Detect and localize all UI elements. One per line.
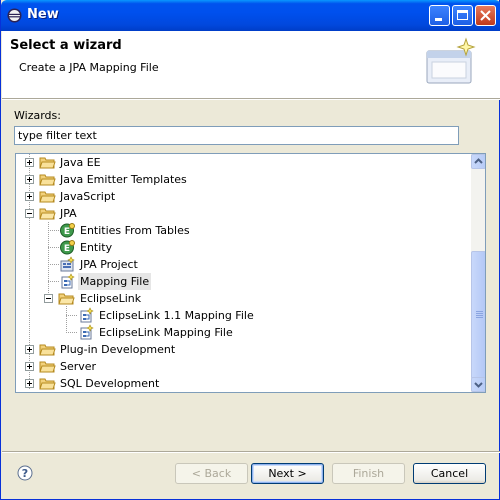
tree-item-label: EclipseLink Mapping File [99, 326, 233, 339]
maximize-button[interactable] [452, 5, 473, 26]
new-wizard-dialog: New Select a wizard Create a JPA Mapping… [0, 0, 500, 500]
folder-icon [39, 344, 56, 356]
minimize-icon [435, 18, 442, 21]
tree-item-label: EclipseLink [80, 292, 142, 305]
tree-item-label: Entities From Tables [80, 224, 190, 237]
maximize-icon [457, 10, 468, 20]
tree-line [66, 315, 78, 316]
jpa-project-icon [60, 256, 75, 272]
minimize-button[interactable] [429, 5, 450, 26]
expand-icon[interactable] [25, 345, 34, 354]
new-wizard-banner-icon [426, 37, 476, 84]
svg-text:?: ? [22, 467, 28, 480]
folder-icon [39, 378, 56, 390]
scroll-grip [476, 315, 483, 316]
entity-icon: E [60, 240, 75, 255]
tree-line [66, 332, 78, 333]
page-title: Select a wizard [10, 38, 122, 53]
scroll-up-button[interactable] [471, 154, 485, 169]
folder-icon [39, 191, 56, 203]
chevron-up-icon [474, 158, 483, 164]
tree-item-label: JavaScript [60, 190, 116, 203]
tree-line [29, 154, 30, 390]
scroll-grip [476, 313, 483, 314]
expand-icon[interactable] [25, 175, 34, 184]
wizards-label: Wizards: [14, 109, 61, 122]
mapping-file-icon [80, 324, 94, 340]
tree-item-label: Java Emitter Templates [60, 173, 187, 186]
folder-open-icon [58, 293, 75, 305]
tree-item-label: Mapping File [78, 273, 152, 290]
finish-button[interactable]: Finish [332, 463, 405, 484]
scroll-down-button[interactable] [471, 377, 485, 392]
svg-text:E: E [64, 244, 70, 254]
collapse-icon[interactable] [44, 294, 53, 303]
title-bar[interactable]: New [1, 0, 500, 31]
expand-icon[interactable] [25, 362, 34, 371]
folder-icon [39, 157, 56, 169]
tree-item-label: Server [60, 360, 97, 373]
help-icon[interactable]: ? [17, 465, 33, 481]
folder-icon [39, 174, 56, 186]
footer-separator-highlight [2, 452, 500, 453]
scroll-grip [476, 311, 483, 312]
tree-scrollbar[interactable] [471, 154, 485, 392]
filter-input[interactable] [14, 126, 459, 145]
folder-icon [39, 361, 56, 373]
mapping-file-icon [80, 307, 94, 323]
expand-icon[interactable] [25, 158, 34, 167]
svg-text:E: E [64, 227, 70, 237]
close-icon [480, 10, 491, 21]
chevron-down-icon [474, 382, 483, 388]
eclipse-icon [7, 8, 22, 23]
tree-item-label: Plug-in Development [60, 343, 176, 356]
tree-item-label: JPA Project [80, 258, 138, 271]
tree-item-label: JPA [60, 207, 77, 220]
back-button[interactable]: < Back [175, 463, 248, 484]
entity-icon: E [60, 223, 75, 238]
folder-open-icon [39, 208, 56, 220]
expand-icon[interactable] [25, 192, 34, 201]
window-title: New [27, 7, 59, 22]
page-description: Create a JPA Mapping File [19, 61, 159, 74]
next-button[interactable]: Next > [251, 463, 324, 484]
collapse-icon[interactable] [25, 209, 34, 218]
cancel-button[interactable]: Cancel [413, 463, 486, 484]
scroll-thumb[interactable] [471, 251, 485, 379]
tree-item-label: Entity [80, 241, 113, 254]
header-separator [2, 99, 500, 100]
tree-item-label: EclipseLink 1.1 Mapping File [99, 309, 254, 322]
mapping-file-icon [61, 273, 75, 289]
expand-icon[interactable] [25, 379, 34, 388]
wizards-tree[interactable]: Java EE Java Emitter Templates JavaScrip… [15, 153, 486, 393]
tree-item-label: SQL Development [60, 377, 160, 390]
tree-item-label: Java EE [60, 156, 101, 169]
close-button[interactable] [475, 5, 496, 26]
scroll-grip [476, 317, 483, 318]
wizard-header: Select a wizard Create a JPA Mapping Fil… [2, 31, 500, 99]
tree-line [66, 306, 67, 333]
tree-line [48, 222, 49, 300]
